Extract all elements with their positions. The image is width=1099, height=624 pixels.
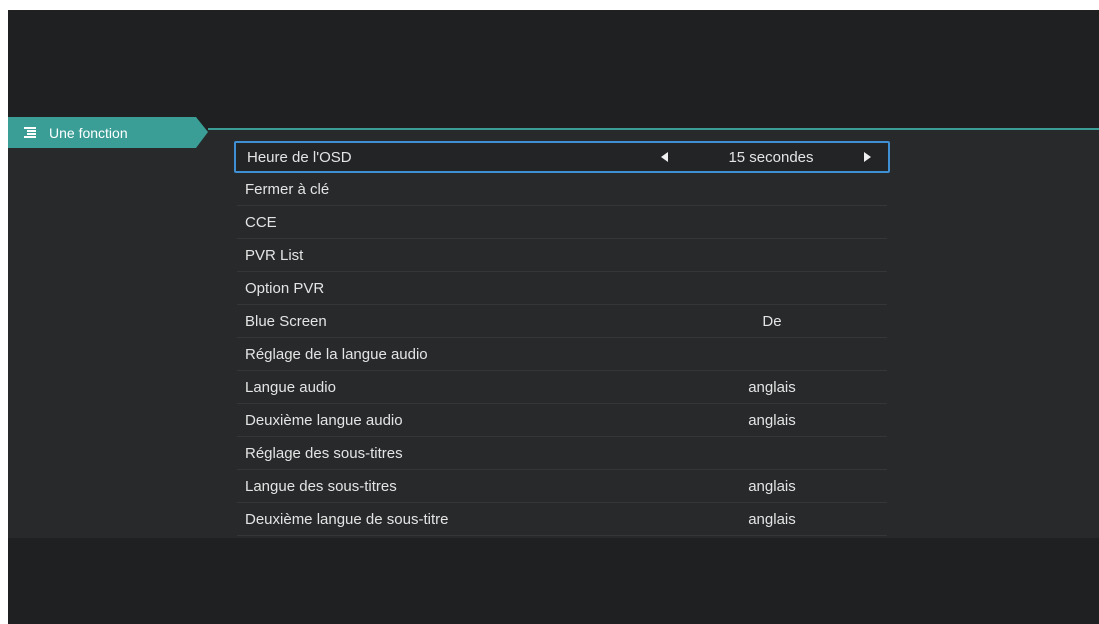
menu-item-label: Deuxième langue audio — [245, 411, 403, 429]
tv-screen: Une fonction Heure de l'OSD 15 secondes … — [8, 10, 1099, 624]
menu-item-cec[interactable]: CCE — [237, 206, 887, 239]
arrow-right-icon[interactable] — [864, 152, 871, 162]
menu-item-label: PVR List — [245, 246, 304, 264]
menu-item-second-audio-language[interactable]: Deuxième langue audio anglais — [237, 404, 887, 437]
menu-item-label: Réglage des sous-titres — [245, 444, 403, 462]
menu-item-value: 15 secondes — [728, 148, 814, 166]
menu-item-value: anglais — [748, 510, 796, 528]
menu-item-audio-language-settings[interactable]: Réglage de la langue audio — [237, 338, 887, 371]
menu-item-osd-time[interactable]: Heure de l'OSD 15 secondes — [234, 141, 890, 173]
menu-item-value: De — [762, 312, 782, 330]
settings-menu: Heure de l'OSD 15 secondes Fermer à clé … — [234, 141, 890, 536]
menu-item-label: Option PVR — [245, 279, 325, 297]
arrow-left-icon[interactable] — [661, 152, 668, 162]
menu-item-label: Langue des sous-titres — [245, 477, 397, 495]
menu-item-subtitle-language[interactable]: Langue des sous-titres anglais — [237, 470, 887, 503]
tab-label: Une fonction — [49, 124, 128, 141]
menu-item-label: Réglage de la langue audio — [245, 345, 428, 363]
menu-item-label: Langue audio — [245, 378, 336, 396]
menu-item-second-subtitle-language[interactable]: Deuxième langue de sous-titre anglais — [237, 503, 887, 536]
header-divider — [208, 128, 1099, 130]
menu-item-label: Blue Screen — [245, 312, 327, 330]
menu-item-lock[interactable]: Fermer à clé — [237, 173, 887, 206]
menu-item-audio-language[interactable]: Langue audio anglais — [237, 371, 887, 404]
menu-item-blue-screen[interactable]: Blue Screen De — [237, 305, 887, 338]
menu-item-subtitle-settings[interactable]: Réglage des sous-titres — [237, 437, 887, 470]
menu-list-icon — [24, 126, 36, 139]
menu-item-value: anglais — [748, 378, 796, 396]
menu-item-label: Heure de l'OSD — [247, 148, 352, 166]
tab-une-fonction[interactable]: Une fonction — [8, 117, 208, 148]
menu-item-label: Fermer à clé — [245, 180, 330, 198]
menu-item-value: anglais — [748, 477, 796, 495]
menu-item-value: anglais — [748, 411, 796, 429]
menu-item-label: CCE — [245, 213, 277, 231]
menu-item-label: Deuxième langue de sous-titre — [245, 510, 449, 528]
menu-item-pvr-option[interactable]: Option PVR — [237, 272, 887, 305]
menu-item-pvr-list[interactable]: PVR List — [237, 239, 887, 272]
